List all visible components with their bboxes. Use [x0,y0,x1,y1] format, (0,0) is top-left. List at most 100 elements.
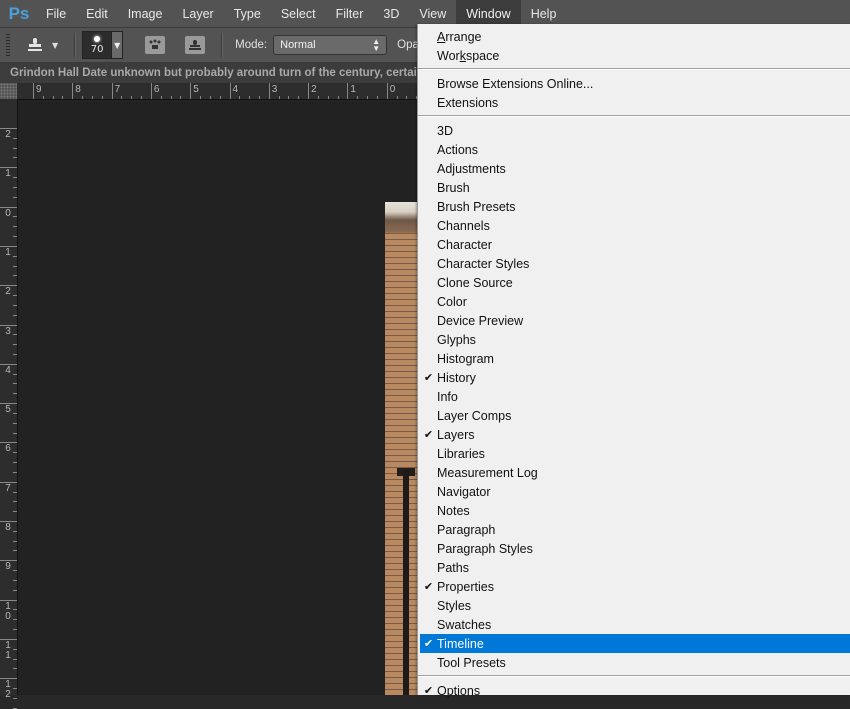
checkmark-icon: ✔ [423,429,434,441]
menu-view[interactable]: View [409,0,456,27]
menu-item-label: Character Styles [437,256,530,271]
ruler-minor-tick [13,304,17,306]
menu-item-tool-presets[interactable]: Tool Presets [420,653,850,672]
ruler-minor-tick [13,570,17,572]
ruler-minor-tick [13,462,17,464]
menu-edit[interactable]: Edit [76,0,118,27]
ruler-minor-tick [13,353,17,355]
ruler-label: 7 [114,84,121,95]
menu-item-swatches[interactable]: Swatches [420,615,850,634]
ruler-label: 12 [5,679,11,701]
menu-item-label: Channels [437,218,490,233]
ruler-minor-tick [13,688,17,690]
menu-item-label: Color [437,294,467,309]
ruler-minor-tick [13,216,17,218]
menu-item-channels[interactable]: Channels [420,216,850,235]
brush-dropdown-button[interactable]: ▼ [112,31,124,59]
menu-item-history[interactable]: ✔ History [420,368,850,387]
ruler-minor-tick [396,96,398,99]
ruler-major-tick [386,83,388,99]
menu-file[interactable]: File [36,0,76,27]
ruler-label: 10 [5,600,11,622]
menu-3d[interactable]: 3D [373,0,409,27]
menu-item-layer-comps[interactable]: Layer Comps [420,406,850,425]
menu-item-label: Paragraph Styles [437,541,533,556]
menu-item-workspace[interactable]: Workspace [420,46,850,65]
menu-item-libraries[interactable]: Libraries [420,444,850,463]
ruler-major-tick [72,83,74,99]
ruler-major-tick [150,83,152,99]
menu-item-styles[interactable]: Styles [420,596,850,615]
menu-select[interactable]: Select [271,0,326,27]
menu-item-timeline[interactable]: ✔ Timeline [420,634,850,653]
menu-item-label: Brush Presets [437,199,516,214]
menu-item-color[interactable]: Color [420,292,850,311]
toggle-brush-panel-icon[interactable] [145,36,166,54]
ruler-minor-tick [13,501,17,503]
ruler-minor-tick [13,619,17,621]
blend-mode-select[interactable]: Normal ▲ ▼ [273,35,388,55]
ruler-label: 11 [5,639,11,661]
menu-item-label: Options [437,683,481,698]
toggle-clone-source-panel-icon[interactable] [185,36,206,54]
brush-preset-picker[interactable]: 70 [82,31,113,59]
ruler-minor-tick [317,96,319,99]
menu-item-notes[interactable]: Notes [420,501,850,520]
menu-item-brush[interactable]: Brush [420,178,850,197]
tool-preset-dropdown-icon[interactable]: ▼ [52,41,58,50]
menu-item-brush-presets[interactable]: Brush Presets [420,197,850,216]
menu-item-clone-source[interactable]: Clone Source [420,273,850,292]
ruler-minor-tick [406,96,408,99]
menu-item-extensions[interactable]: Extensions [420,93,850,112]
separator [74,33,77,57]
vertical-ruler[interactable]: 210123456789101112 [0,99,18,709]
ruler-minor-tick [13,491,17,493]
options-bar-grip[interactable] [6,34,10,56]
menu-item-info[interactable]: Info [420,387,850,406]
menu-item-device-preview[interactable]: Device Preview [420,311,850,330]
menu-item-arrange[interactable]: Arrange [420,27,850,46]
menu-item-histogram[interactable]: Histogram [420,349,850,368]
menu-item-measurement-log[interactable]: Measurement Log [420,463,850,482]
ruler-label: 2 [5,286,11,298]
menu-item-label: Glyphs [437,332,476,347]
document-image [385,202,420,695]
menu-item-label: Measurement Log [437,465,538,480]
menu-item-3d[interactable]: 3D [420,121,850,140]
menu-item-actions[interactable]: Actions [420,140,850,159]
clone-stamp-icon[interactable] [24,34,46,56]
ruler-label: 1 [350,84,356,95]
menu-filter[interactable]: Filter [326,0,374,27]
brush-tip-icon [94,35,101,42]
menu-item-properties[interactable]: ✔ Properties [420,577,850,596]
menu-help[interactable]: Help [521,0,567,27]
menu-item-label: Browse Extensions Online... [437,76,594,91]
mode-label: Mode: [235,39,268,51]
menu-item-layers[interactable]: ✔ Layers [420,425,850,444]
menu-item-paths[interactable]: Paths [420,558,850,577]
menu-item-label: Navigator [437,484,491,499]
menu-layer[interactable]: Layer [172,0,223,27]
menu-item-character[interactable]: Character [420,235,850,254]
ruler-origin[interactable] [0,83,17,99]
menu-item-navigator[interactable]: Navigator [420,482,850,501]
menu-item-character-styles[interactable]: Character Styles [420,254,850,273]
ruler-minor-tick [160,96,162,99]
checkmark-icon: ✔ [423,638,434,650]
ruler-minor-tick [13,255,17,257]
ruler-minor-tick [13,383,17,385]
window-menu-dropdown: Arrange Workspace Browse Extensions Online… [417,24,850,698]
menu-item-paragraph[interactable]: Paragraph [420,520,850,539]
menu-item-paragraph-styles[interactable]: Paragraph Styles [420,539,850,558]
menu-item-browse-extensions-online[interactable]: Browse Extensions Online... [420,74,850,93]
menu-window[interactable]: Window [456,0,521,27]
ruler-minor-tick [13,236,17,238]
menu-image[interactable]: Image [118,0,173,27]
menu-item-adjustments[interactable]: Adjustments [420,159,850,178]
ruler-major-tick [190,83,192,99]
document-canvas[interactable] [18,100,418,695]
menu-type[interactable]: Type [224,0,271,27]
menu-item-glyphs[interactable]: Glyphs [420,330,850,349]
menu-item-options[interactable]: ✔ Options [420,681,850,700]
menu-item-label: Arrange [437,29,482,44]
